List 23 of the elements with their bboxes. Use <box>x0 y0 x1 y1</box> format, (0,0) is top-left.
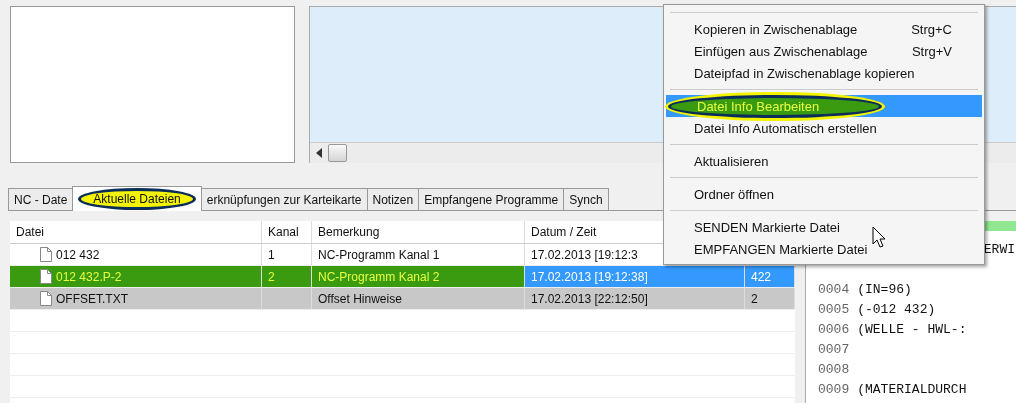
shortcut-text: Strg+V <box>911 43 952 59</box>
line-number: 0007 <box>818 341 850 357</box>
line-number: 0005 <box>818 301 850 317</box>
table-cell: NC-Programm Kanal 2 <box>312 266 525 287</box>
file-name: 012 432 <box>56 247 100 262</box>
code-text: ERWI <box>983 241 1015 257</box>
file-name: 012 432.P-2 <box>56 269 122 284</box>
line-number: 0006 <box>818 321 850 337</box>
table-cell: Offset Hinweise <box>312 288 525 309</box>
shortcut-text: Strg+C <box>911 21 952 37</box>
code-text: (WELLE - HWL-: <box>857 321 967 337</box>
line-number: 0008 <box>818 361 850 377</box>
code-text: (-012 432) <box>857 301 936 317</box>
table-cell: 2 <box>262 266 312 287</box>
code-text: (MATERIALDURCH <box>857 381 967 397</box>
table-cell: 17.02.2013 [22:12:50] <box>525 288 745 309</box>
table-cell: 2 <box>745 288 795 309</box>
line-number: 0004 <box>818 281 850 297</box>
table-cell: 422 <box>745 266 795 287</box>
line-number: 0009 <box>818 381 850 397</box>
code-text: (IN=96) <box>857 281 912 297</box>
table-cell: 17.02.2013 [19:12:38] <box>525 266 745 287</box>
file-name: OFFSET.TXT <box>56 291 128 306</box>
